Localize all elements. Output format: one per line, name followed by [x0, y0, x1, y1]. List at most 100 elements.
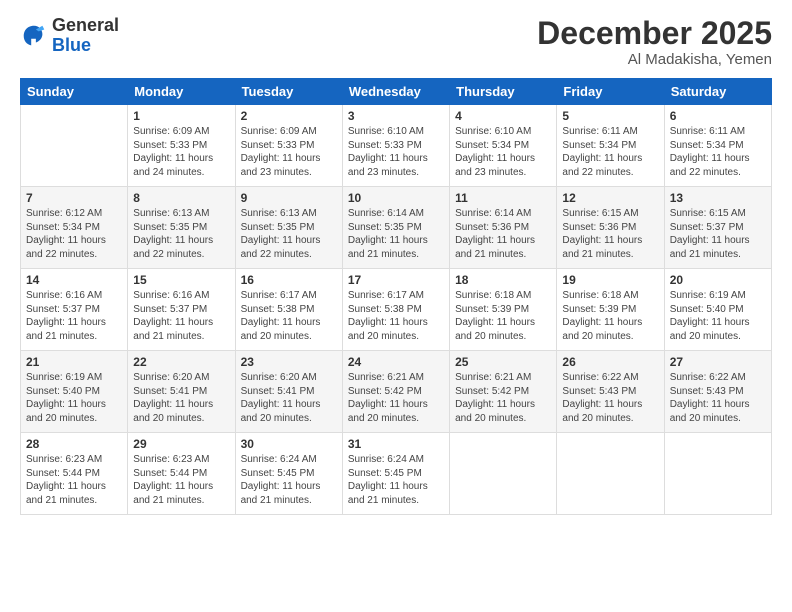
day-number: 21 — [26, 355, 122, 369]
day-info: Sunrise: 6:13 AM Sunset: 5:35 PM Dayligh… — [241, 207, 337, 261]
calendar-cell: 13 Sunrise: 6:15 AM Sunset: 5:37 PM Dayli… — [664, 187, 771, 269]
calendar-cell: 3 Sunrise: 6:10 AM Sunset: 5:33 PM Daylig… — [342, 105, 449, 187]
day-number: 30 — [241, 437, 337, 451]
day-number: 17 — [348, 273, 444, 287]
day-number: 4 — [455, 109, 551, 123]
day-info: Sunrise: 6:22 AM Sunset: 5:43 PM Dayligh… — [562, 371, 658, 425]
day-info: Sunrise: 6:20 AM Sunset: 5:41 PM Dayligh… — [133, 371, 229, 425]
calendar-cell: 20 Sunrise: 6:19 AM Sunset: 5:40 PM Dayli… — [664, 269, 771, 351]
calendar-week-row: 14 Sunrise: 6:16 AM Sunset: 5:37 PM Dayli… — [21, 269, 772, 351]
day-info: Sunrise: 6:18 AM Sunset: 5:39 PM Dayligh… — [455, 289, 551, 343]
calendar-cell: 22 Sunrise: 6:20 AM Sunset: 5:41 PM Dayli… — [128, 351, 235, 433]
day-number: 27 — [670, 355, 766, 369]
calendar-week-row: 1 Sunrise: 6:09 AM Sunset: 5:33 PM Daylig… — [21, 105, 772, 187]
day-number: 18 — [455, 273, 551, 287]
day-number: 13 — [670, 191, 766, 205]
day-number: 5 — [562, 109, 658, 123]
day-number: 12 — [562, 191, 658, 205]
calendar-week-row: 21 Sunrise: 6:19 AM Sunset: 5:40 PM Dayli… — [21, 351, 772, 433]
day-info: Sunrise: 6:21 AM Sunset: 5:42 PM Dayligh… — [348, 371, 444, 425]
day-info: Sunrise: 6:09 AM Sunset: 5:33 PM Dayligh… — [133, 125, 229, 179]
day-info: Sunrise: 6:10 AM Sunset: 5:33 PM Dayligh… — [348, 125, 444, 179]
day-number: 24 — [348, 355, 444, 369]
calendar-cell: 23Sunrise: 6:20 AM Sunset: 5:41 PM Dayli… — [235, 351, 342, 433]
calendar-cell — [664, 433, 771, 515]
calendar-cell — [557, 433, 664, 515]
calendar-cell: 27Sunrise: 6:22 AM Sunset: 5:43 PM Dayli… — [664, 351, 771, 433]
title-block: December 2025 Al Madakisha, Yemen — [537, 16, 772, 68]
day-number: 11 — [455, 191, 551, 205]
calendar-cell: 15Sunrise: 6:16 AM Sunset: 5:37 PM Dayli… — [128, 269, 235, 351]
day-info: Sunrise: 6:16 AM Sunset: 5:37 PM Dayligh… — [26, 289, 122, 343]
calendar-cell — [450, 433, 557, 515]
day-number: 2 — [241, 109, 337, 123]
calendar-cell: 1 Sunrise: 6:09 AM Sunset: 5:33 PM Daylig… — [128, 105, 235, 187]
day-info: Sunrise: 6:15 AM Sunset: 5:37 PM Dayligh… — [670, 207, 766, 261]
page: General Blue December 2025 Al Madakisha,… — [0, 0, 792, 612]
calendar-cell: 6Sunrise: 6:11 AM Sunset: 5:34 PM Daylig… — [664, 105, 771, 187]
logo-icon — [20, 22, 48, 50]
calendar-cell: 2 Sunrise: 6:09 AM Sunset: 5:33 PM Daylig… — [235, 105, 342, 187]
calendar-cell: 29 Sunrise: 6:23 AM Sunset: 5:44 PM Dayli… — [128, 433, 235, 515]
calendar-cell: 9 Sunrise: 6:13 AM Sunset: 5:35 PM Daylig… — [235, 187, 342, 269]
calendar-cell: 17 Sunrise: 6:17 AM Sunset: 5:38 PM Dayli… — [342, 269, 449, 351]
day-number: 6 — [670, 109, 766, 123]
day-info: Sunrise: 6:24 AM Sunset: 5:45 PM Dayligh… — [241, 453, 337, 507]
day-number: 20 — [670, 273, 766, 287]
calendar-cell: 10 Sunrise: 6:14 AM Sunset: 5:35 PM Dayli… — [342, 187, 449, 269]
day-info: Sunrise: 6:13 AM Sunset: 5:35 PM Dayligh… — [133, 207, 229, 261]
calendar-week-row: 28Sunrise: 6:23 AM Sunset: 5:44 PM Dayli… — [21, 433, 772, 515]
calendar-cell: 21 Sunrise: 6:19 AM Sunset: 5:40 PM Dayli… — [21, 351, 128, 433]
day-info: Sunrise: 6:23 AM Sunset: 5:44 PM Dayligh… — [26, 453, 122, 507]
column-header-friday: Friday — [557, 79, 664, 105]
day-info: Sunrise: 6:24 AM Sunset: 5:45 PM Dayligh… — [348, 453, 444, 507]
calendar-cell: 5 Sunrise: 6:11 AM Sunset: 5:34 PM Daylig… — [557, 105, 664, 187]
calendar-cell: 4 Sunrise: 6:10 AM Sunset: 5:34 PM Daylig… — [450, 105, 557, 187]
column-header-tuesday: Tuesday — [235, 79, 342, 105]
day-number: 7 — [26, 191, 122, 205]
day-number: 10 — [348, 191, 444, 205]
day-info: Sunrise: 6:10 AM Sunset: 5:34 PM Dayligh… — [455, 125, 551, 179]
day-info: Sunrise: 6:15 AM Sunset: 5:36 PM Dayligh… — [562, 207, 658, 261]
day-number: 25 — [455, 355, 551, 369]
calendar-cell: 30 Sunrise: 6:24 AM Sunset: 5:45 PM Dayli… — [235, 433, 342, 515]
day-info: Sunrise: 6:17 AM Sunset: 5:38 PM Dayligh… — [348, 289, 444, 343]
calendar-cell: 26 Sunrise: 6:22 AM Sunset: 5:43 PM Dayli… — [557, 351, 664, 433]
day-number: 14 — [26, 273, 122, 287]
column-header-sunday: Sunday — [21, 79, 128, 105]
day-info: Sunrise: 6:11 AM Sunset: 5:34 PM Dayligh… — [562, 125, 658, 179]
day-info: Sunrise: 6:19 AM Sunset: 5:40 PM Dayligh… — [26, 371, 122, 425]
day-info: Sunrise: 6:18 AM Sunset: 5:39 PM Dayligh… — [562, 289, 658, 343]
day-number: 31 — [348, 437, 444, 451]
column-header-saturday: Saturday — [664, 79, 771, 105]
calendar-cell: 11Sunrise: 6:14 AM Sunset: 5:36 PM Dayli… — [450, 187, 557, 269]
logo-text: General Blue — [52, 16, 119, 56]
header: General Blue December 2025 Al Madakisha,… — [20, 16, 772, 68]
day-number: 3 — [348, 109, 444, 123]
day-info: Sunrise: 6:14 AM Sunset: 5:35 PM Dayligh… — [348, 207, 444, 261]
day-info: Sunrise: 6:12 AM Sunset: 5:34 PM Dayligh… — [26, 207, 122, 261]
day-number: 8 — [133, 191, 229, 205]
day-info: Sunrise: 6:23 AM Sunset: 5:44 PM Dayligh… — [133, 453, 229, 507]
calendar-header-row: SundayMondayTuesdayWednesdayThursdayFrid… — [21, 79, 772, 105]
calendar-table: SundayMondayTuesdayWednesdayThursdayFrid… — [20, 78, 772, 515]
calendar-cell: 25Sunrise: 6:21 AM Sunset: 5:42 PM Dayli… — [450, 351, 557, 433]
calendar-cell: 12 Sunrise: 6:15 AM Sunset: 5:36 PM Dayli… — [557, 187, 664, 269]
day-info: Sunrise: 6:17 AM Sunset: 5:38 PM Dayligh… — [241, 289, 337, 343]
column-header-wednesday: Wednesday — [342, 79, 449, 105]
day-info: Sunrise: 6:19 AM Sunset: 5:40 PM Dayligh… — [670, 289, 766, 343]
day-number: 22 — [133, 355, 229, 369]
day-number: 1 — [133, 109, 229, 123]
day-info: Sunrise: 6:09 AM Sunset: 5:33 PM Dayligh… — [241, 125, 337, 179]
day-number: 26 — [562, 355, 658, 369]
calendar-cell: 28Sunrise: 6:23 AM Sunset: 5:44 PM Dayli… — [21, 433, 128, 515]
location: Al Madakisha, Yemen — [537, 51, 772, 68]
calendar-cell: 31 Sunrise: 6:24 AM Sunset: 5:45 PM Dayli… — [342, 433, 449, 515]
day-number: 16 — [241, 273, 337, 287]
day-number: 23 — [241, 355, 337, 369]
logo: General Blue — [20, 16, 119, 56]
day-number: 29 — [133, 437, 229, 451]
calendar-cell: 24 Sunrise: 6:21 AM Sunset: 5:42 PM Dayli… — [342, 351, 449, 433]
day-number: 9 — [241, 191, 337, 205]
calendar-cell: 7 Sunrise: 6:12 AM Sunset: 5:34 PM Daylig… — [21, 187, 128, 269]
